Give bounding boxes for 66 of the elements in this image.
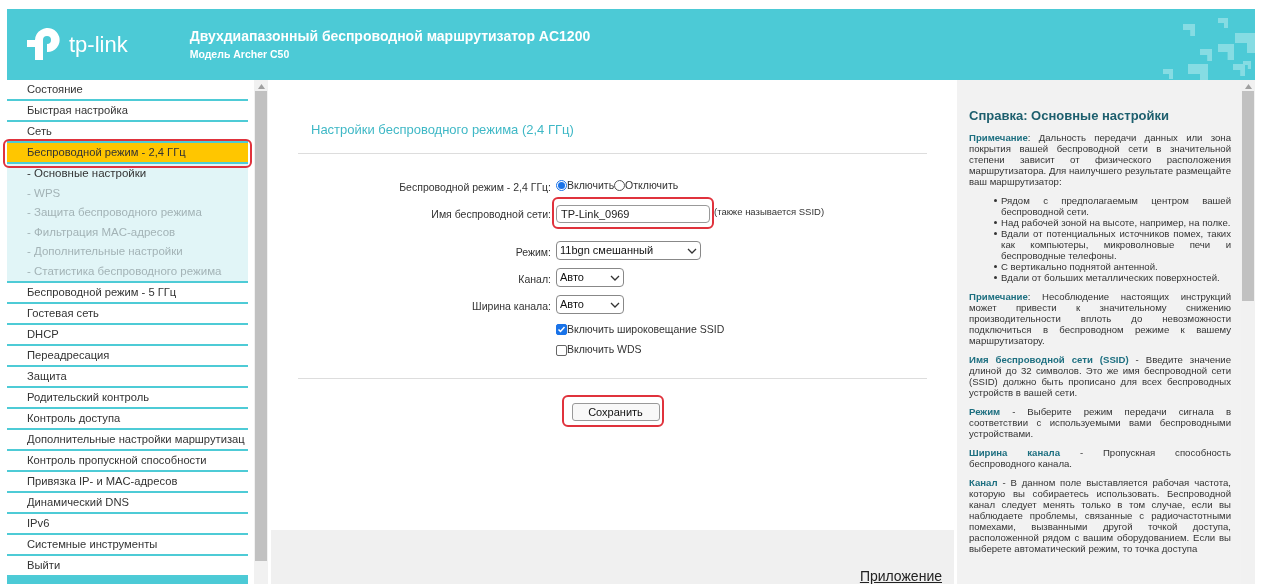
- scrollbar[interactable]: [254, 80, 268, 584]
- help-list-item: Над рабочей зоной на высоте, например, на полке.: [1001, 216, 1231, 228]
- help-title: Справка: Основные настройки: [969, 107, 1171, 125]
- field-label: Беспроводной режим - 2,4 ГГц:: [399, 180, 551, 193]
- help-paragraph: Канал - В данном поле выставляется рабочая частота, которую вы собираетесь использовать. Беспроводной канал следует менять только в том случае, если вы наблюдаете проблемы, связанные с радиочастотными помехами, вызванными другой точкой доступа, расположенной рядом с вашим оборудованием. Если вы выберете автоматический режим, то точка доступа: [969, 476, 1231, 554]
- chevron-down-icon: [687, 247, 697, 254]
- nav-item[interactable]: Контроль доступа: [7, 409, 248, 430]
- model-name: Модель Archer C50: [189, 47, 291, 63]
- appendix-link[interactable]: Приложение: [859, 568, 942, 584]
- nav-item[interactable]: Сеть: [7, 122, 248, 143]
- help-list-item: С вертикально поднятой антенной.: [1001, 260, 1158, 272]
- nav-item[interactable]: Дополнительные настройки маршрутизац: [7, 430, 248, 451]
- ssid-field[interactable]: TP-Link_0969: [556, 204, 710, 223]
- nav-item[interactable]: Выйти: [7, 556, 248, 577]
- nav-item[interactable]: Родительский контроль: [7, 388, 248, 409]
- nav-item[interactable]: Быстрая настройка: [7, 101, 248, 122]
- nav-item[interactable]: DHCP: [7, 325, 248, 346]
- dropdown[interactable]: Авто: [556, 268, 624, 287]
- scrollbar[interactable]: [1241, 80, 1255, 584]
- nav-item[interactable]: Состояние: [7, 80, 248, 101]
- chevron-down-icon: [610, 274, 620, 281]
- dropdown[interactable]: 11bgn смешанный: [556, 241, 701, 260]
- field-label: Режим:: [515, 245, 551, 258]
- nav-item[interactable]: Контроль пропускной способности: [7, 451, 248, 472]
- help-paragraph: Режим - Выберите режим передачи сигнала в соответствии с используемыми вами беспроводными устройствами.: [969, 405, 1231, 439]
- bullet-icon: [994, 265, 997, 268]
- radio-icon[interactable]: [556, 180, 567, 191]
- nav-item[interactable]: Беспроводной режим - 2,4 ГГц: [7, 143, 248, 164]
- field-label: Канал:: [518, 272, 551, 285]
- scroll-up-icon[interactable]: [1244, 84, 1252, 89]
- help-paragraph: Ширина канала - Пропускная способность беспроводного канала.: [969, 446, 1231, 469]
- bullet-icon: [994, 199, 997, 202]
- help-paragraph: Примечание: Несоблюдение настоящих инструкций может привести к значительному снижению производительности вплоть до невозможности подключиться в беспроводном режиме к вашему маршрутизатору.: [969, 290, 1231, 346]
- nav-item[interactable]: Защита: [7, 367, 248, 388]
- checkbox-option[interactable]: Включить WDS: [556, 342, 642, 358]
- chevron-down-icon: [610, 301, 620, 308]
- save-button[interactable]: Сохранить: [571, 403, 660, 421]
- logo-text: tp-link: [69, 33, 128, 56]
- bullet-icon: [994, 276, 997, 279]
- field-label: Ширина канала:: [472, 299, 551, 312]
- bullet-icon: [994, 221, 997, 224]
- bullet-icon: [994, 232, 997, 235]
- radio-option[interactable]: Включить: [556, 177, 615, 194]
- field-note: (также называется SSID): [714, 205, 825, 220]
- help-paragraph: Имя беспроводной сети (SSID) - Введите значение длиной до 32 символов. Это же имя беспроводной сети (SSID) должно быть прописано для всех беспроводных устройств в вашей сети.: [969, 353, 1231, 398]
- nav-item[interactable]: Привязка IP- и MAC-адресов: [7, 472, 248, 493]
- nav-item[interactable]: Гостевая сеть: [7, 304, 248, 325]
- checkbox-icon[interactable]: [556, 323, 567, 335]
- product-title: Двухдиапазонный беспроводной маршрутизатор AC1200: [189, 27, 591, 47]
- field-label: Имя беспроводной сети:: [431, 207, 551, 220]
- nav-item[interactable]: IPv6: [7, 514, 248, 535]
- section-title: Настройки беспроводного режима (2,4 ГГц): [310, 121, 575, 139]
- help-list-item: Рядом с предполагаемым центром вашей беспроводной сети.: [1001, 194, 1231, 217]
- nav-item[interactable]: Динамический DNS: [7, 493, 248, 514]
- nav-item[interactable]: Беспроводной режим - 5 ГГц: [7, 283, 248, 304]
- help-list-item: Вдали от потенциальных источников помех, таких как компьютеры, микроволновые печи и беспроводные телефоны.: [1001, 227, 1231, 261]
- help-paragraph: Примечание: Дальность передачи данных или зона покрытия вашей беспроводной сети в значительной степени зависит от физического расположения маршрутизатора. Для наилучшего результате размещайте ваш маршрутизатор:: [969, 131, 1231, 187]
- scroll-up-icon[interactable]: [257, 84, 265, 89]
- dropdown[interactable]: Авто: [556, 295, 624, 314]
- nav-item[interactable]: Переадресация: [7, 346, 248, 367]
- help-list-item: Вдали от больших металлических поверхностей.: [1001, 271, 1220, 283]
- submenu-item[interactable]: - Основные настройки: [7, 164, 248, 184]
- checkbox-icon[interactable]: [556, 344, 567, 356]
- radio-option[interactable]: Отключить: [614, 177, 679, 194]
- nav-item[interactable]: Системные инструменты: [7, 535, 248, 556]
- checkbox-option[interactable]: Включить широковещание SSID: [556, 321, 725, 338]
